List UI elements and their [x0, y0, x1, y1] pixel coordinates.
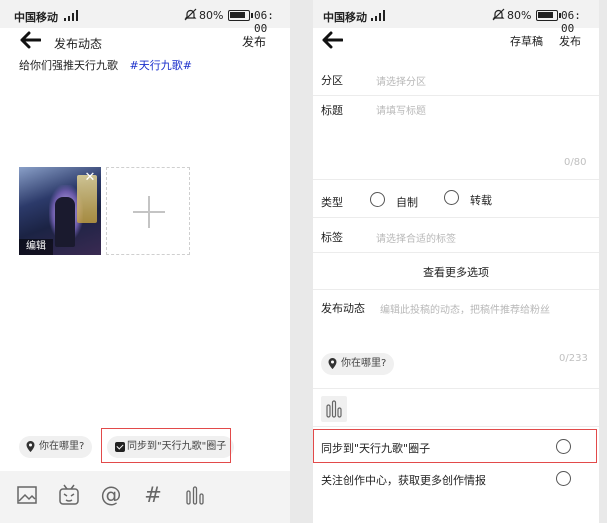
status-bar: 中国移动 80% 06: 00	[313, 0, 599, 35]
clock: 06: 00	[254, 9, 274, 35]
compose-toolbar: @ #	[0, 471, 290, 523]
section-placeholder: 请选择分区	[376, 77, 426, 88]
location-label: 你在哪里?	[39, 441, 85, 452]
mention-icon[interactable]: @	[99, 483, 123, 507]
option-original-label: 自制	[396, 196, 418, 209]
location-button[interactable]: 你在哪里?	[321, 353, 395, 375]
dynamic-counter: 0/233	[559, 353, 588, 364]
radio-repost[interactable]	[444, 190, 459, 205]
section-row[interactable]: 分区 请选择分区	[313, 62, 599, 96]
dynamic-placeholder: 编辑此投稿的动态，把稿件推荐给粉丝	[380, 305, 550, 316]
save-draft-button[interactable]: 存草稿	[510, 33, 543, 49]
dynamic-row[interactable]: 发布动态 编辑此投稿的动态，把稿件推荐给粉丝 你在哪里? 0/233	[313, 290, 599, 389]
tags-placeholder: 请选择合适的标签	[376, 234, 456, 245]
status-bar: 中国移动 80% 06: 00	[0, 0, 290, 35]
upload-form-screen: 中国移动 80% 06: 00 存草稿 发布 分区 请选择分区 标题 请填写标题…	[313, 0, 599, 523]
publish-button[interactable]: 发布	[559, 33, 581, 49]
title-label: 标题	[321, 104, 343, 117]
emoji-icon[interactable]	[57, 483, 81, 507]
back-arrow-icon[interactable]	[321, 31, 343, 49]
post-text-area[interactable]: 给你们强推天行九歌 #天行九歌#	[19, 57, 192, 73]
tags-row[interactable]: 标签 请选择合适的标签	[313, 218, 599, 253]
type-label: 类型	[321, 196, 343, 209]
attachment-row	[313, 389, 599, 427]
title-counter: 0/80	[564, 157, 587, 168]
add-image-button[interactable]	[106, 167, 190, 255]
tags-label: 标签	[321, 231, 343, 244]
remove-image-icon[interactable]: ✕	[83, 171, 97, 185]
battery-percent: 80%	[507, 9, 532, 22]
follow-toggle[interactable]	[556, 471, 571, 486]
clock: 06: 00	[561, 9, 581, 35]
vote-chart-icon[interactable]	[321, 396, 347, 422]
location-pin-icon	[26, 441, 35, 452]
section-label: 分区	[321, 74, 343, 87]
battery-icon	[228, 10, 253, 21]
hashtag-link[interactable]: #天行九歌#	[130, 59, 192, 72]
location-label: 你在哪里?	[341, 358, 387, 369]
back-arrow-icon[interactable]	[19, 31, 41, 49]
screen-divider	[290, 0, 313, 523]
title-placeholder: 请填写标题	[376, 106, 426, 117]
publish-button[interactable]: 发布	[242, 33, 266, 50]
mute-bell-icon	[492, 8, 505, 21]
highlight-box	[313, 429, 597, 463]
post-text: 给你们强推天行九歌	[19, 59, 118, 72]
location-pin-icon	[328, 358, 337, 369]
carrier-name: 中国移动	[323, 11, 367, 24]
dynamic-label: 发布动态	[321, 302, 365, 315]
signal-icon	[64, 9, 80, 21]
hashtag-icon[interactable]: #	[141, 483, 165, 507]
radio-original[interactable]	[370, 192, 385, 207]
battery-percent: 80%	[199, 9, 224, 22]
title-row[interactable]: 标题 请填写标题 0/80	[313, 96, 599, 180]
highlight-box	[101, 428, 231, 463]
option-repost-label: 转载	[470, 194, 492, 207]
follow-label: 关注创作中心，获取更多创作情报	[321, 474, 486, 487]
page-title: 发布动态	[54, 37, 103, 51]
signal-icon	[371, 9, 387, 21]
more-options-button[interactable]: 查看更多选项	[313, 264, 599, 280]
follow-center-row[interactable]: 关注创作中心，获取更多创作情报	[313, 465, 599, 499]
battery-icon	[536, 10, 561, 21]
carrier-name: 中国移动	[14, 11, 58, 24]
edit-image-button[interactable]: 编辑	[19, 239, 53, 255]
location-button[interactable]: 你在哪里?	[19, 436, 93, 458]
image-thumbnail[interactable]: ✕ 编辑	[19, 167, 101, 255]
mute-bell-icon	[184, 8, 197, 21]
more-options-row[interactable]: 查看更多选项	[313, 253, 599, 290]
vote-chart-icon[interactable]	[183, 483, 207, 507]
image-icon[interactable]	[15, 483, 39, 507]
type-row: 类型 自制 转载	[313, 180, 599, 218]
compose-screen: 中国移动 80% 06: 00 发布动态 发布 给你们强推天行九歌 #天行九歌#…	[0, 0, 290, 523]
